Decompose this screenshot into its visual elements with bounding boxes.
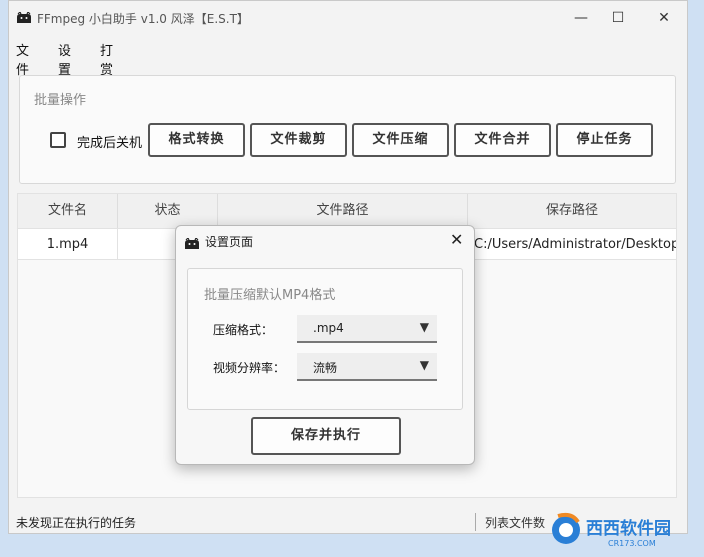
batch-title: 批量操作	[34, 93, 87, 108]
title-bar[interactable]: FFmpeg 小白助手 v1.0 风泽【E.S.T】 — ☐ ✕	[9, 1, 687, 35]
shutdown-label: 完成后关机	[77, 136, 143, 151]
save-and-run-button[interactable]: 保存并执行	[251, 417, 401, 455]
minimize-button[interactable]: —	[567, 7, 595, 29]
watermark-text: 西西软件园	[586, 518, 671, 539]
status-text: 未发现正在执行的任务	[16, 516, 137, 530]
status-file-count: 列表文件数	[485, 516, 546, 530]
window-title: FFmpeg 小白助手 v1.0 风泽【E.S.T】	[37, 12, 249, 26]
stop-task-button[interactable]: 停止任务	[556, 123, 653, 157]
batch-operations-panel: 批量操作 完成后关机 格式转换 文件裁剪 文件压缩 文件合并 停止任务	[19, 75, 676, 184]
table-cell-filename[interactable]: 1.mp4	[18, 228, 118, 260]
settings-panel: 批量压缩默认MP4格式 压缩格式： .mp4 ▼ 视频分辨率： 流畅 ▼	[187, 268, 463, 410]
format-label: 压缩格式：	[213, 323, 274, 337]
dialog-title: 设置页面	[205, 235, 254, 249]
watermark-subtext: CR173.COM	[608, 539, 656, 548]
dialog-close-button[interactable]: ✕	[450, 230, 463, 249]
format-convert-button[interactable]: 格式转换	[148, 123, 245, 157]
resolution-label: 视频分辨率：	[213, 361, 286, 375]
chevron-down-icon: ▼	[419, 320, 429, 334]
menu-donate[interactable]: 打赏	[100, 40, 113, 78]
maximize-button[interactable]: ☐	[604, 7, 632, 29]
menu-settings[interactable]: 设置	[58, 40, 71, 78]
dialog-logo-icon	[185, 238, 199, 249]
resolution-select[interactable]: 流畅 ▼	[297, 353, 437, 381]
status-divider	[475, 513, 476, 531]
column-filepath[interactable]: 文件路径	[218, 194, 468, 228]
file-compress-button[interactable]: 文件压缩	[352, 123, 449, 157]
column-filename[interactable]: 文件名	[18, 194, 118, 228]
table-cell-savepath[interactable]: C:/Users/Administrator/Desktop...	[468, 228, 676, 260]
watermark-logo: 西西软件园 CR173.COM	[552, 512, 671, 548]
column-status[interactable]: 状态	[118, 194, 218, 228]
shutdown-checkbox[interactable]	[50, 132, 66, 148]
close-button[interactable]: ✕	[650, 7, 678, 29]
app-logo-icon	[17, 12, 31, 23]
format-select[interactable]: .mp4 ▼	[297, 315, 437, 343]
file-merge-button[interactable]: 文件合并	[454, 123, 551, 157]
resolution-select-value: 流畅	[313, 361, 338, 375]
settings-section-title: 批量压缩默认MP4格式	[204, 288, 336, 303]
settings-dialog: 设置页面 ✕ 批量压缩默认MP4格式 压缩格式： .mp4 ▼ 视频分辨率： 流…	[175, 225, 475, 465]
column-savepath[interactable]: 保存路径	[468, 194, 676, 228]
chevron-down-icon: ▼	[419, 358, 429, 372]
menu-file[interactable]: 文件	[16, 40, 29, 78]
format-select-value: .mp4	[313, 321, 344, 335]
file-trim-button[interactable]: 文件裁剪	[250, 123, 347, 157]
